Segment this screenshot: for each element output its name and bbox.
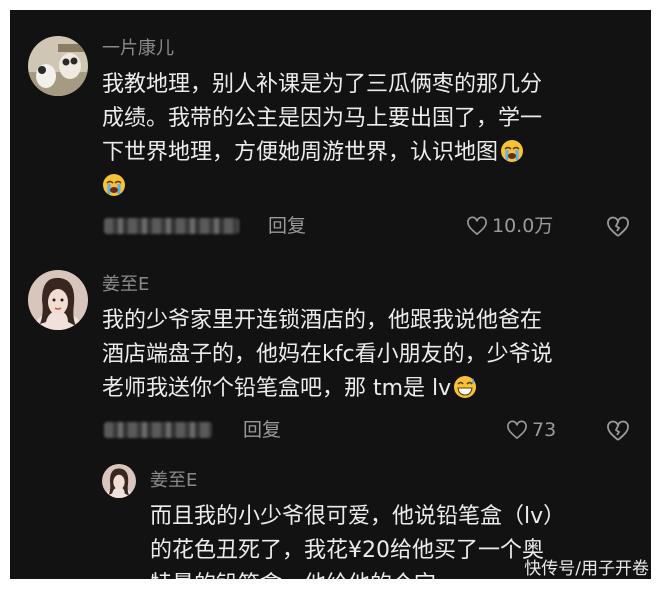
comment-author[interactable]: 姜至E (150, 470, 197, 492)
comment-line-text: 老师我送你个铅笔盒吧，那 tm是 lv (102, 376, 452, 401)
comment-line: 我的少爷家里开连锁酒店的，他跟我说他爸在 (102, 308, 543, 333)
reply-button[interactable]: 回复 (268, 214, 306, 238)
avatar[interactable] (102, 464, 136, 498)
comment-line: 成绩。我带的公主是因为马上要出国了，学一 (102, 106, 543, 131)
like-count: 73 (532, 419, 557, 441)
comment-author[interactable]: 姜至E (102, 274, 149, 296)
like-button[interactable]: 73 (506, 418, 556, 442)
watermark: 快传号/用子开卷 (524, 559, 649, 579)
comment-text: 我教地理，别人补课是为了三瓜俩枣的那几分 成绩。我带的公主是因为马上要出国了，学… (102, 68, 542, 204)
comment-line (102, 170, 542, 204)
comment-text: 而且我的小少爷很可爱，他说铅笔盒（lv） 的花色丑死了，我花¥20给他买了一个奥… (150, 500, 565, 579)
comment-author[interactable]: 一片康儿 (102, 38, 174, 60)
blurred-timestamp (104, 422, 212, 438)
comment-text: 我的少爷家里开连锁酒店的，他跟我说他爸在 酒店端盘子的，他妈在kfc看小朋友的，… (102, 304, 553, 406)
reply-button[interactable]: 回复 (243, 418, 281, 442)
comment-line: 酒店端盘子的，他妈在kfc看小朋友的，少爷说 (102, 342, 553, 367)
comment-line-text: 下世界地理，方便她周游世界，认识地图 (102, 140, 499, 165)
heart-outline-icon (507, 420, 527, 440)
grinning-sweat-face-icon (454, 376, 477, 398)
comment-line: 特曼的铅笔盒，他给他的个宝 (150, 568, 565, 579)
avatar[interactable] (28, 36, 88, 96)
comment-line: 下世界地理，方便她周游世界，认识地图 (102, 136, 542, 170)
loudly-crying-face-icon (501, 140, 524, 162)
like-button[interactable]: 10.0万 (466, 214, 553, 238)
comment-line: 老师我送你个铅笔盒吧，那 tm是 lv (102, 372, 553, 406)
heart-outline-icon (467, 216, 487, 236)
comment-line: 而且我的小少爷很可爱，他说铅笔盒（lv） (150, 504, 566, 529)
like-count: 10.0万 (492, 215, 554, 237)
blurred-timestamp (104, 218, 239, 234)
avatar[interactable] (28, 270, 88, 330)
comment-line: 我教地理，别人补课是为了三瓜俩枣的那几分 (102, 72, 543, 97)
broken-heart-icon[interactable] (606, 420, 630, 442)
loudly-crying-face-icon (103, 174, 125, 196)
broken-heart-icon[interactable] (606, 216, 630, 238)
comment-line: 的花色丑死了，我花¥20给他买了一个奥 (150, 538, 544, 563)
comment-list: 一片康儿 我教地理，别人补课是为了三瓜俩枣的那几分 成绩。我带的公主是因为马上要… (10, 10, 651, 579)
